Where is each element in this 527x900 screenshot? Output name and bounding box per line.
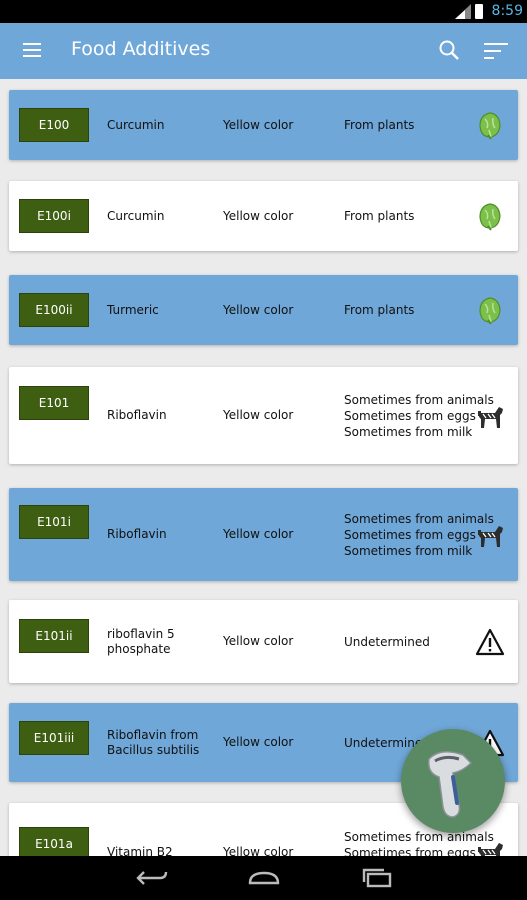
additive-function: Yellow color xyxy=(223,527,294,541)
battery-icon xyxy=(475,4,483,19)
back-icon[interactable] xyxy=(136,868,168,888)
status-time: 8:59 xyxy=(491,3,523,19)
additive-row[interactable]: E101i Riboflavin Yellow color Sometimes fro… xyxy=(9,488,518,581)
additive-function: Yellow color xyxy=(223,302,294,317)
animal-icon xyxy=(475,520,505,550)
additive-code-badge: E100ii xyxy=(19,293,89,327)
additive-function: Yellow color xyxy=(223,208,294,223)
screen: 8:59 Food Additives E100 Curcumin Yellow c… xyxy=(0,0,527,900)
additive-code-badge: E100 xyxy=(19,108,89,142)
additive-origin: From plants xyxy=(344,209,415,223)
additive-function: Yellow color xyxy=(223,845,294,856)
additive-name: Riboflavin xyxy=(107,527,167,541)
menu-icon[interactable] xyxy=(23,43,41,57)
additive-code-badge: E101 xyxy=(19,386,89,420)
navigation-bar xyxy=(0,856,527,900)
additive-origin: From plants xyxy=(344,303,415,317)
additive-function: Yellow color xyxy=(223,634,294,648)
additive-name: Riboflavin xyxy=(107,408,167,422)
additive-row[interactable]: E100 Curcumin Yellow color From plants xyxy=(9,90,518,160)
plant-icon xyxy=(475,201,505,231)
scan-button[interactable] xyxy=(401,729,505,833)
warning-icon xyxy=(475,627,505,657)
additive-name: riboflavin 5 phosphate xyxy=(107,626,175,656)
additive-origin: Sometimes from animals Sometimes from egg… xyxy=(344,511,494,558)
search-icon[interactable] xyxy=(437,38,461,62)
additive-name: Turmeric xyxy=(107,302,159,317)
app-title: Food Additives xyxy=(71,38,211,60)
home-icon[interactable] xyxy=(247,868,281,888)
additive-function: Yellow color xyxy=(223,735,294,749)
plant-icon xyxy=(475,110,505,140)
additive-origin: Sometimes from animals Sometimes from egg… xyxy=(344,830,494,856)
additive-name: Riboflavin from Bacillus subtilis xyxy=(107,727,200,757)
additive-row[interactable]: E101 Riboflavin Yellow color Sometimes from… xyxy=(9,367,518,464)
additive-code-badge: E100i xyxy=(19,199,89,233)
additive-code-badge: E101ii xyxy=(19,619,89,653)
additive-row[interactable]: E101ii riboflavin 5 phosphate Yellow color U… xyxy=(9,600,518,683)
animal-icon xyxy=(475,401,505,431)
additive-code-badge: E101i xyxy=(19,505,89,539)
additive-name: Curcumin xyxy=(107,117,165,132)
sort-icon[interactable] xyxy=(484,42,508,60)
barcode-scanner-icon xyxy=(427,751,473,818)
additive-row[interactable]: E100ii Turmeric Yellow color From plants xyxy=(9,275,518,345)
additive-code-badge: E101iii xyxy=(19,721,89,755)
additive-function: Yellow color xyxy=(223,408,294,422)
additive-name: Curcumin xyxy=(107,208,165,223)
additive-origin: Sometimes from animals Sometimes from egg… xyxy=(344,392,494,439)
recent-apps-icon[interactable] xyxy=(361,868,393,888)
additive-function: Yellow color xyxy=(223,117,294,132)
animal-icon xyxy=(475,837,505,856)
additive-name: Vitamin B2 xyxy=(107,845,173,856)
additive-row[interactable]: E100i Curcumin Yellow color From plants xyxy=(9,181,518,251)
additive-origin: From plants xyxy=(344,118,415,132)
plant-icon xyxy=(475,295,505,325)
additive-code-badge: E101a xyxy=(19,827,89,856)
signal-icon xyxy=(455,4,471,19)
additive-origin: Undetermined xyxy=(344,634,430,649)
app-bar: Food Additives xyxy=(0,23,527,79)
status-bar: 8:59 xyxy=(0,0,527,23)
